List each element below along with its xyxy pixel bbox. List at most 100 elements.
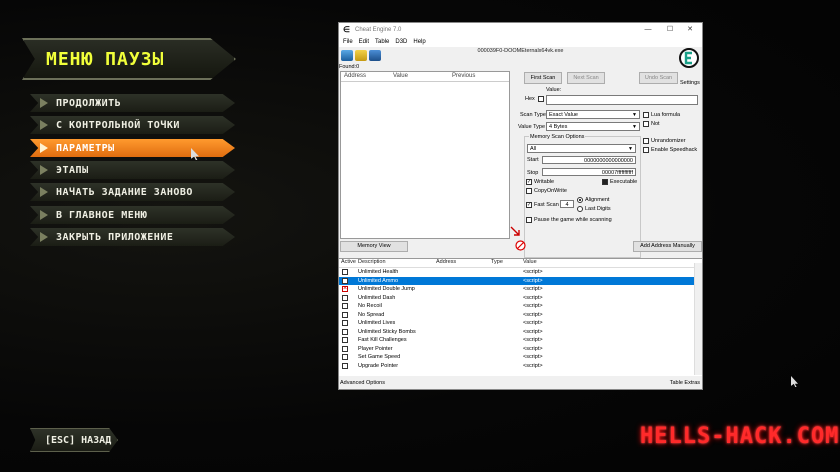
menu-table[interactable]: Table bbox=[375, 39, 389, 45]
active-checkbox[interactable] bbox=[342, 337, 348, 343]
col-description[interactable]: Description bbox=[358, 259, 386, 265]
not-checkbox[interactable] bbox=[643, 121, 649, 127]
menu-item-label: ПРОДОЛЖИТЬ bbox=[56, 97, 122, 109]
executable-checkbox[interactable] bbox=[602, 179, 608, 185]
close-icon[interactable]: ✕ bbox=[680, 24, 700, 36]
active-checkbox[interactable] bbox=[342, 311, 348, 318]
menu-marker-icon bbox=[40, 165, 48, 175]
row-value: <script> bbox=[523, 320, 543, 326]
active-checkbox[interactable] bbox=[342, 294, 348, 301]
menu-marker-icon bbox=[40, 187, 48, 197]
table-row[interactable]: Unlimited Health <script> bbox=[339, 268, 702, 277]
col-address[interactable]: Address bbox=[344, 73, 366, 79]
start-label: Start bbox=[527, 157, 539, 163]
ce-titlebar: ∈ Cheat Engine 7.0 — ☐ ✕ bbox=[339, 23, 702, 37]
table-row[interactable]: Unlimited Ammo <script> bbox=[339, 276, 702, 285]
active-checkbox[interactable] bbox=[342, 354, 348, 360]
fast-scan-input[interactable]: 4 bbox=[560, 200, 574, 208]
active-checkbox[interactable] bbox=[342, 362, 348, 369]
last-digits-radio[interactable] bbox=[577, 206, 583, 212]
col-previous[interactable]: Previous bbox=[452, 73, 475, 79]
table-row[interactable]: Fast Kill Challenges <script> bbox=[339, 336, 702, 345]
col-value[interactable]: Value bbox=[523, 259, 537, 265]
add-address-manually-button[interactable]: Add Address Manually bbox=[633, 241, 702, 252]
advanced-options-link[interactable]: Advanced Options bbox=[340, 380, 385, 386]
lua-formula-checkbox[interactable] bbox=[643, 112, 649, 118]
active-checkbox[interactable] bbox=[342, 303, 348, 309]
region-select[interactable]: All ▼ bbox=[527, 144, 636, 153]
table-row[interactable]: No Spread <script> bbox=[339, 311, 702, 320]
active-checkbox[interactable] bbox=[342, 277, 348, 284]
table-row[interactable]: Unlimited Dash <script> bbox=[339, 294, 702, 303]
table-extras-link[interactable]: Table Extras bbox=[670, 380, 700, 386]
back-button[interactable]: [ESC] НАЗАД bbox=[30, 428, 118, 452]
writable-checkbox[interactable]: ✓ bbox=[526, 179, 532, 185]
menu-item-restart-mission[interactable]: НАЧАТЬ ЗАДАНИЕ ЗАНОВО bbox=[30, 183, 235, 201]
cheat-engine-window: ∈ Cheat Engine 7.0 — ☐ ✕ File Edit Table… bbox=[338, 22, 703, 390]
open-process-icon[interactable] bbox=[341, 50, 353, 61]
copy-on-write-checkbox[interactable] bbox=[526, 188, 532, 194]
value-input[interactable] bbox=[546, 95, 698, 105]
row-value: <script> bbox=[523, 294, 543, 301]
active-checkbox[interactable] bbox=[342, 269, 348, 275]
menu-item-checkpoint[interactable]: С КОНТРОЛЬНОЙ ТОЧКИ bbox=[30, 116, 235, 134]
active-checkbox[interactable] bbox=[342, 328, 348, 335]
fast-scan-checkbox[interactable]: ✓ bbox=[526, 202, 532, 208]
row-value: <script> bbox=[523, 311, 543, 318]
menu-item-settings[interactable]: ПАРАМЕТРЫ bbox=[30, 139, 235, 157]
first-scan-button[interactable]: First Scan bbox=[524, 72, 562, 84]
menu-edit[interactable]: Edit bbox=[359, 39, 369, 45]
cheat-table[interactable]: Active Description Address Type Value Un… bbox=[339, 258, 702, 376]
pause-game-checkbox[interactable] bbox=[526, 217, 532, 223]
menu-file[interactable]: File bbox=[343, 39, 353, 45]
table-row[interactable]: Unlimited Lives <script> bbox=[339, 319, 702, 328]
scan-results-list[interactable]: Address Value Previous bbox=[340, 71, 510, 239]
menu-marker-icon bbox=[40, 98, 48, 108]
table-row[interactable]: No Recoil <script> bbox=[339, 302, 702, 311]
minimize-icon[interactable]: — bbox=[638, 24, 658, 36]
memory-view-button[interactable]: Memory View bbox=[340, 241, 408, 252]
scan-type-select[interactable]: Exact Value ▼ bbox=[546, 110, 640, 119]
menu-d3d[interactable]: D3D bbox=[395, 39, 407, 45]
settings-label[interactable]: Settings bbox=[680, 80, 700, 86]
stop-address-input[interactable]: 00007fffffffffff bbox=[542, 168, 636, 176]
pointer-arrow-icon[interactable] bbox=[509, 225, 521, 237]
next-scan-button[interactable]: Next Scan bbox=[567, 72, 605, 84]
hex-checkbox[interactable] bbox=[538, 96, 544, 102]
table-row[interactable]: Unlimited Double Jump <script> bbox=[339, 285, 702, 294]
alignment-radio[interactable] bbox=[577, 197, 583, 203]
active-checkbox[interactable] bbox=[342, 345, 348, 352]
col-type[interactable]: Type bbox=[491, 259, 503, 265]
maximize-icon[interactable]: ☐ bbox=[660, 24, 680, 36]
col-active[interactable]: Active bbox=[341, 259, 356, 265]
menu-item-quit[interactable]: ЗАКРЫТЬ ПРИЛОЖЕНИЕ bbox=[30, 228, 235, 246]
ce-settings-logo-icon[interactable] bbox=[679, 48, 699, 72]
value-label: Value: bbox=[546, 87, 562, 93]
col-address[interactable]: Address bbox=[436, 259, 456, 265]
cheat-table-rows: Unlimited Health <script> Unlimited Ammo <s… bbox=[339, 268, 702, 370]
table-row[interactable]: Upgrade Pointer <script> bbox=[339, 362, 702, 371]
value-type-select[interactable]: 4 Bytes ▼ bbox=[546, 122, 640, 131]
speedhack-checkbox[interactable] bbox=[643, 147, 649, 153]
no-entry-icon[interactable] bbox=[515, 240, 526, 251]
back-button-label: [ESC] НАЗАД bbox=[45, 434, 112, 446]
chevron-down-icon: ▼ bbox=[632, 112, 637, 118]
cheat-table-scrollbar[interactable] bbox=[694, 263, 702, 375]
start-address-input[interactable]: 0000000000000000 bbox=[542, 156, 636, 164]
active-checkbox[interactable] bbox=[342, 320, 348, 326]
active-checkbox[interactable] bbox=[342, 285, 348, 292]
table-row[interactable]: Set Game Speed <script> bbox=[339, 353, 702, 362]
undo-scan-button[interactable]: Undo Scan bbox=[639, 72, 678, 84]
menu-help[interactable]: Help bbox=[413, 39, 425, 45]
menu-item-stages[interactable]: ЭТАПЫ bbox=[30, 161, 235, 179]
table-row[interactable]: Unlimited Sticky Bombs <script> bbox=[339, 328, 702, 337]
unrandomizer-label: Unrandomizer bbox=[651, 138, 686, 144]
unrandomizer-checkbox[interactable] bbox=[643, 138, 649, 144]
col-value[interactable]: Value bbox=[393, 73, 408, 79]
watermark-logo: HELLS-HACK.COM bbox=[640, 424, 840, 449]
save-icon[interactable] bbox=[369, 50, 381, 61]
table-row[interactable]: Player Pointer <script> bbox=[339, 345, 702, 354]
menu-item-continue[interactable]: ПРОДОЛЖИТЬ bbox=[30, 94, 235, 112]
open-file-icon[interactable] bbox=[355, 50, 367, 61]
menu-item-main-menu[interactable]: В ГЛАВНОЕ МЕНЮ bbox=[30, 206, 235, 224]
